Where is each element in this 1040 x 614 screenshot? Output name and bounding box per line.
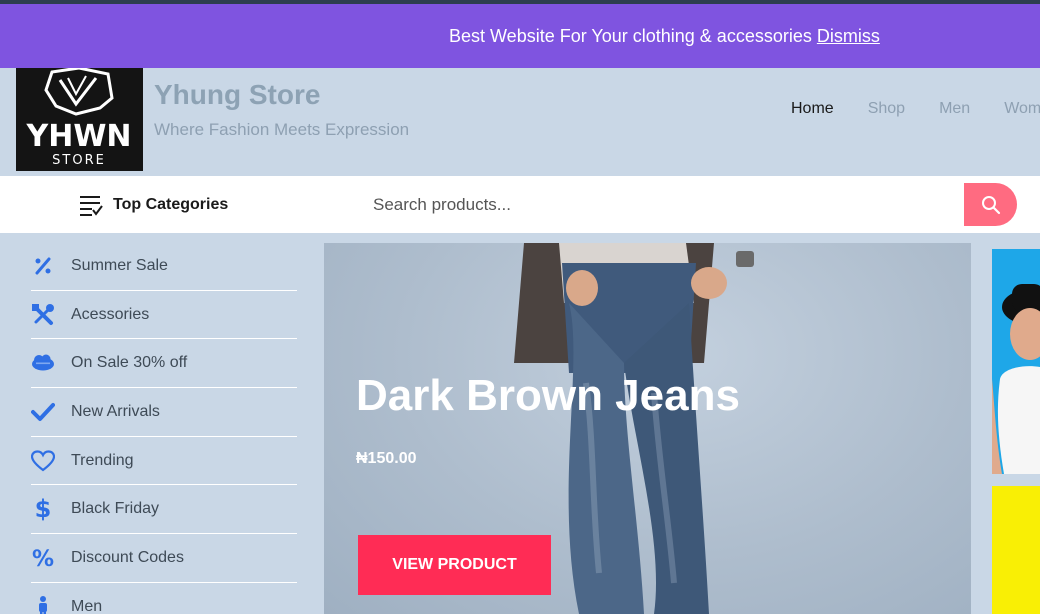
sidebar-item-men[interactable]: Men xyxy=(31,583,297,614)
sidebar-item-black-friday[interactable]: $ Black Friday xyxy=(31,485,297,535)
nav-shop[interactable]: Shop xyxy=(868,100,905,118)
category-search-bar: Top Categories xyxy=(0,176,1040,233)
category-sidebar: Summer Sale Acessories On Sale 30% off N… xyxy=(31,242,297,614)
store-logo[interactable]: YHWN STORE xyxy=(16,68,143,171)
sidebar-item-label: Trending xyxy=(71,451,134,469)
dollar-icon: $ xyxy=(31,496,55,522)
menu-list-icon xyxy=(80,196,103,216)
top-categories-toggle[interactable]: Top Categories xyxy=(79,194,228,216)
model-hat-image xyxy=(992,284,1040,474)
search-input[interactable] xyxy=(360,183,964,226)
notice-text: Best Website For Your clothing & accesso… xyxy=(449,26,812,46)
sidebar-item-discount-codes[interactable]: % Discount Codes xyxy=(31,534,297,583)
sidebar-item-label: Summer Sale xyxy=(71,256,168,274)
percent-icon xyxy=(31,254,55,278)
main-nav: Home Shop Men Women xyxy=(791,100,1040,118)
sidebar-item-new-arrivals[interactable]: New Arrivals xyxy=(31,388,297,437)
search-button[interactable] xyxy=(964,183,1017,226)
hero-price: ₦150.00 xyxy=(356,450,417,467)
nav-men[interactable]: Men xyxy=(939,100,970,118)
logo-mark-icon: YHWN STORE xyxy=(25,68,132,168)
search-icon xyxy=(981,195,1000,214)
hero-slider[interactable]: Dark Brown Jeans ₦150.00 VIEW PRODUCT xyxy=(324,243,971,614)
promo-banner-bottom[interactable] xyxy=(992,486,1040,614)
svg-text:$: $ xyxy=(35,496,51,522)
store-notice-bar: Best Website For Your clothing & accesso… xyxy=(0,4,1040,68)
sidebar-item-label: Discount Codes xyxy=(71,548,184,566)
tools-icon xyxy=(31,303,55,327)
percent-icon: % xyxy=(31,546,55,570)
heart-icon xyxy=(31,449,55,473)
promo-banner-top[interactable] xyxy=(992,249,1040,474)
store-notice: Best Website For Your clothing & accesso… xyxy=(449,26,880,47)
logo-wordmark: YHWN xyxy=(25,119,131,154)
hero-title: Dark Brown Jeans xyxy=(356,371,740,420)
sidebar-item-accessories[interactable]: Acessories xyxy=(31,291,297,340)
sidebar-item-label: On Sale 30% off xyxy=(71,354,188,372)
sidebar-item-label: Black Friday xyxy=(71,500,160,518)
sidebar-item-label: Acessories xyxy=(71,305,150,323)
top-categories-label: Top Categories xyxy=(113,196,229,213)
site-title[interactable]: Yhung Store xyxy=(154,79,320,111)
nav-home[interactable]: Home xyxy=(791,100,834,118)
site-header: YHWN STORE Yhung Store Where Fashion Mee… xyxy=(0,68,1040,176)
sidebar-item-label: New Arrivals xyxy=(71,402,160,420)
site-tagline: Where Fashion Meets Expression xyxy=(154,120,410,139)
sidebar-item-on-sale[interactable]: On Sale 30% off xyxy=(31,339,297,389)
sidebar-item-trending[interactable]: Trending xyxy=(31,437,297,486)
check-icon xyxy=(31,400,55,424)
dismiss-link[interactable]: Dismiss xyxy=(817,26,880,46)
sidebar-item-summer-sale[interactable]: Summer Sale xyxy=(31,242,297,291)
svg-text:%: % xyxy=(32,547,54,570)
salesforce-cloud-icon xyxy=(31,351,55,375)
nav-women[interactable]: Women xyxy=(1004,100,1040,118)
sidebar-item-label: Men xyxy=(71,597,103,614)
male-icon xyxy=(31,595,55,614)
view-product-button[interactable]: VIEW PRODUCT xyxy=(358,535,551,595)
logo-subtext: STORE xyxy=(52,153,106,168)
